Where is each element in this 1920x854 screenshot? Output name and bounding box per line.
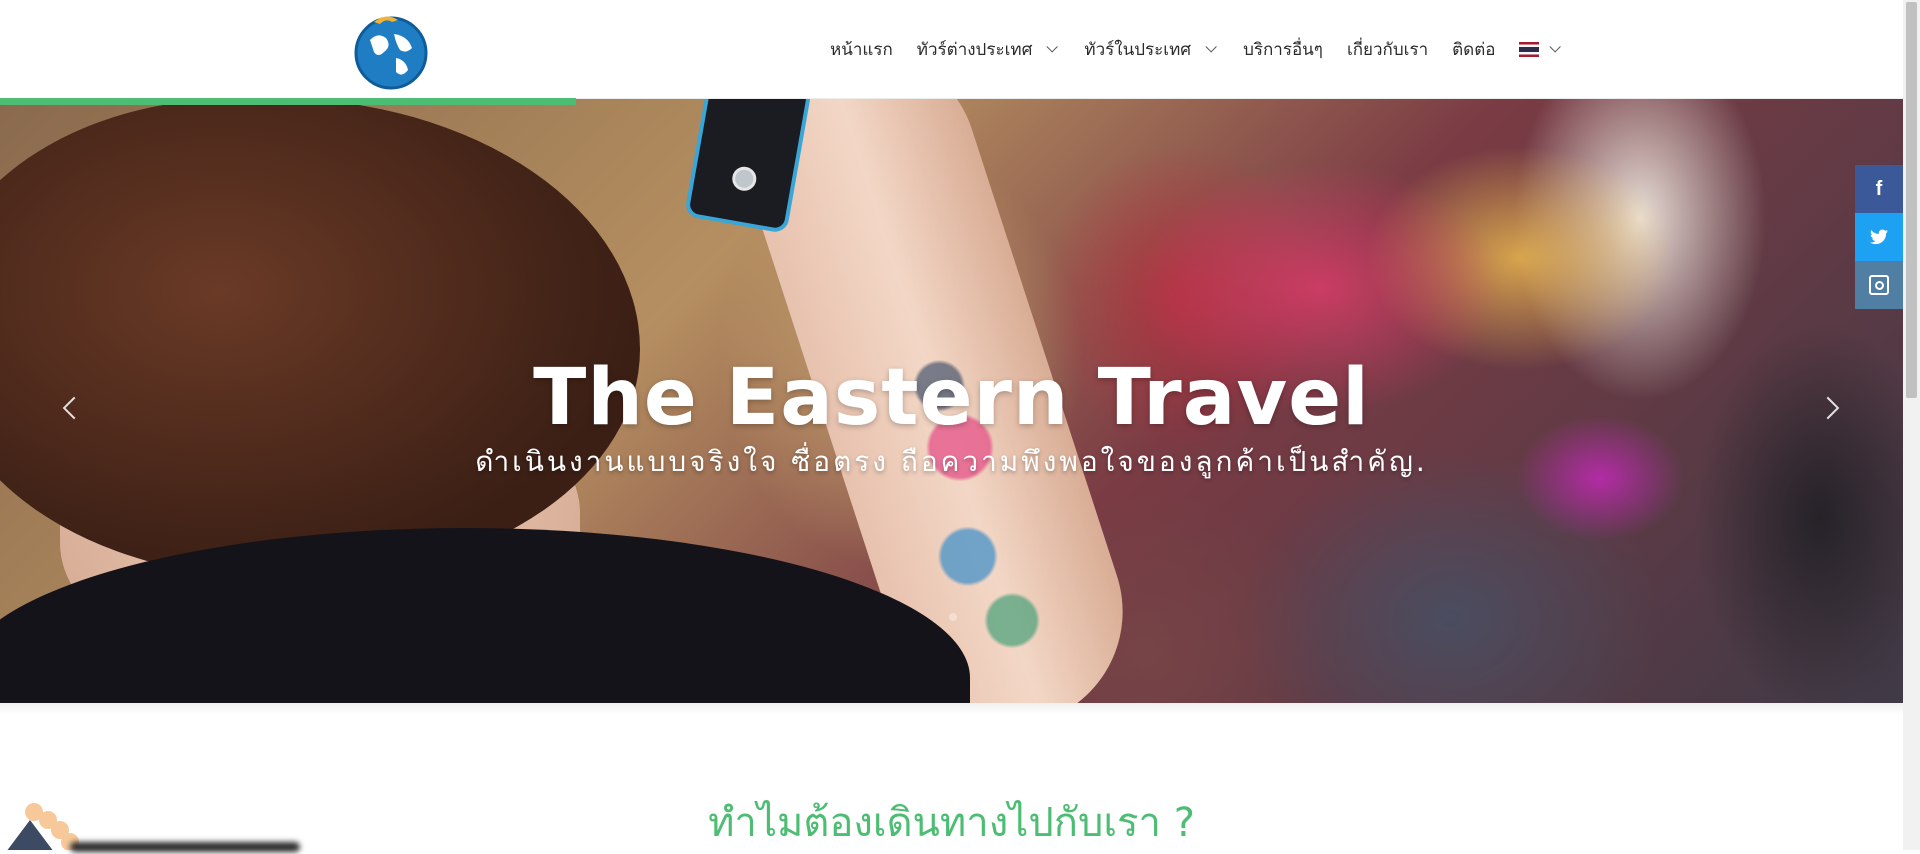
slider-dot[interactable]: [949, 613, 957, 621]
scrollbar-thumb[interactable]: [1906, 2, 1917, 398]
chevron-down-icon: [1046, 41, 1059, 53]
corner-decoration-icon: [7, 803, 79, 850]
site-header: หน้าแรก ทัวร์ต่างประเทศ ทัวร์ในประเทศ บร…: [0, 0, 1903, 99]
nav-contact-label: ติดต่อ: [1452, 39, 1496, 60]
page-scrollbar[interactable]: [1903, 0, 1920, 850]
instagram-button[interactable]: [1855, 261, 1903, 309]
social-bar: f: [1855, 165, 1903, 309]
globe-logo[interactable]: [352, 8, 430, 90]
hero-subtitle: ดำเนินงานแบบจริงใจ ซื่อตรง ถือความพึงพอใ…: [475, 445, 1428, 478]
chevron-right-icon: [1816, 396, 1840, 420]
hero-title: The Eastern Travel: [533, 353, 1370, 443]
main-nav: หน้าแรก ทัวร์ต่างประเทศ ทัวร์ในประเทศ บร…: [818, 0, 1575, 98]
nav-other-services[interactable]: บริการอื่นๆ: [1231, 36, 1335, 63]
nav-domestic-tours-label: ทัวร์ในประเทศ: [1084, 39, 1192, 60]
nav-contact[interactable]: ติดต่อ: [1440, 36, 1507, 63]
camera-lens: [730, 164, 759, 193]
facebook-icon: f: [1875, 177, 1883, 200]
facebook-button[interactable]: f: [1855, 165, 1903, 213]
chevron-left-icon: [62, 396, 86, 420]
hero-slider: The Eastern Travel ดำเนินงานแบบจริงใจ ซื…: [0, 98, 1903, 703]
nav-international-tours-label: ทัวร์ต่างประเทศ: [916, 39, 1033, 60]
twitter-icon: [1870, 229, 1888, 245]
slider-prev-button[interactable]: [52, 388, 92, 428]
nav-other-services-label: บริการอื่นๆ: [1243, 39, 1323, 60]
nav-home[interactable]: หน้าแรก: [818, 36, 905, 63]
hero-shadow: [0, 703, 1903, 715]
chevron-down-icon: [1205, 41, 1217, 53]
chevron-down-icon: [1549, 41, 1562, 53]
nav-about-us[interactable]: เกี่ยวกับเรา: [1335, 36, 1440, 63]
slider-next-button[interactable]: [1812, 388, 1852, 428]
page-progress-bar: [0, 98, 576, 105]
hero-image-hair: [0, 98, 640, 578]
thai-flag-icon: [1519, 41, 1540, 57]
nav-international-tours[interactable]: ทัวร์ต่างประเทศ: [905, 36, 1073, 63]
decorative-shadow-bar: [70, 842, 300, 852]
instagram-icon: [1869, 275, 1889, 295]
twitter-button[interactable]: [1855, 213, 1903, 261]
language-selector[interactable]: [1507, 41, 1575, 57]
nav-home-label: หน้าแรก: [830, 39, 893, 60]
nav-about-us-label: เกี่ยวกับเรา: [1346, 39, 1429, 60]
nav-domestic-tours[interactable]: ทัวร์ในประเทศ: [1072, 36, 1231, 63]
